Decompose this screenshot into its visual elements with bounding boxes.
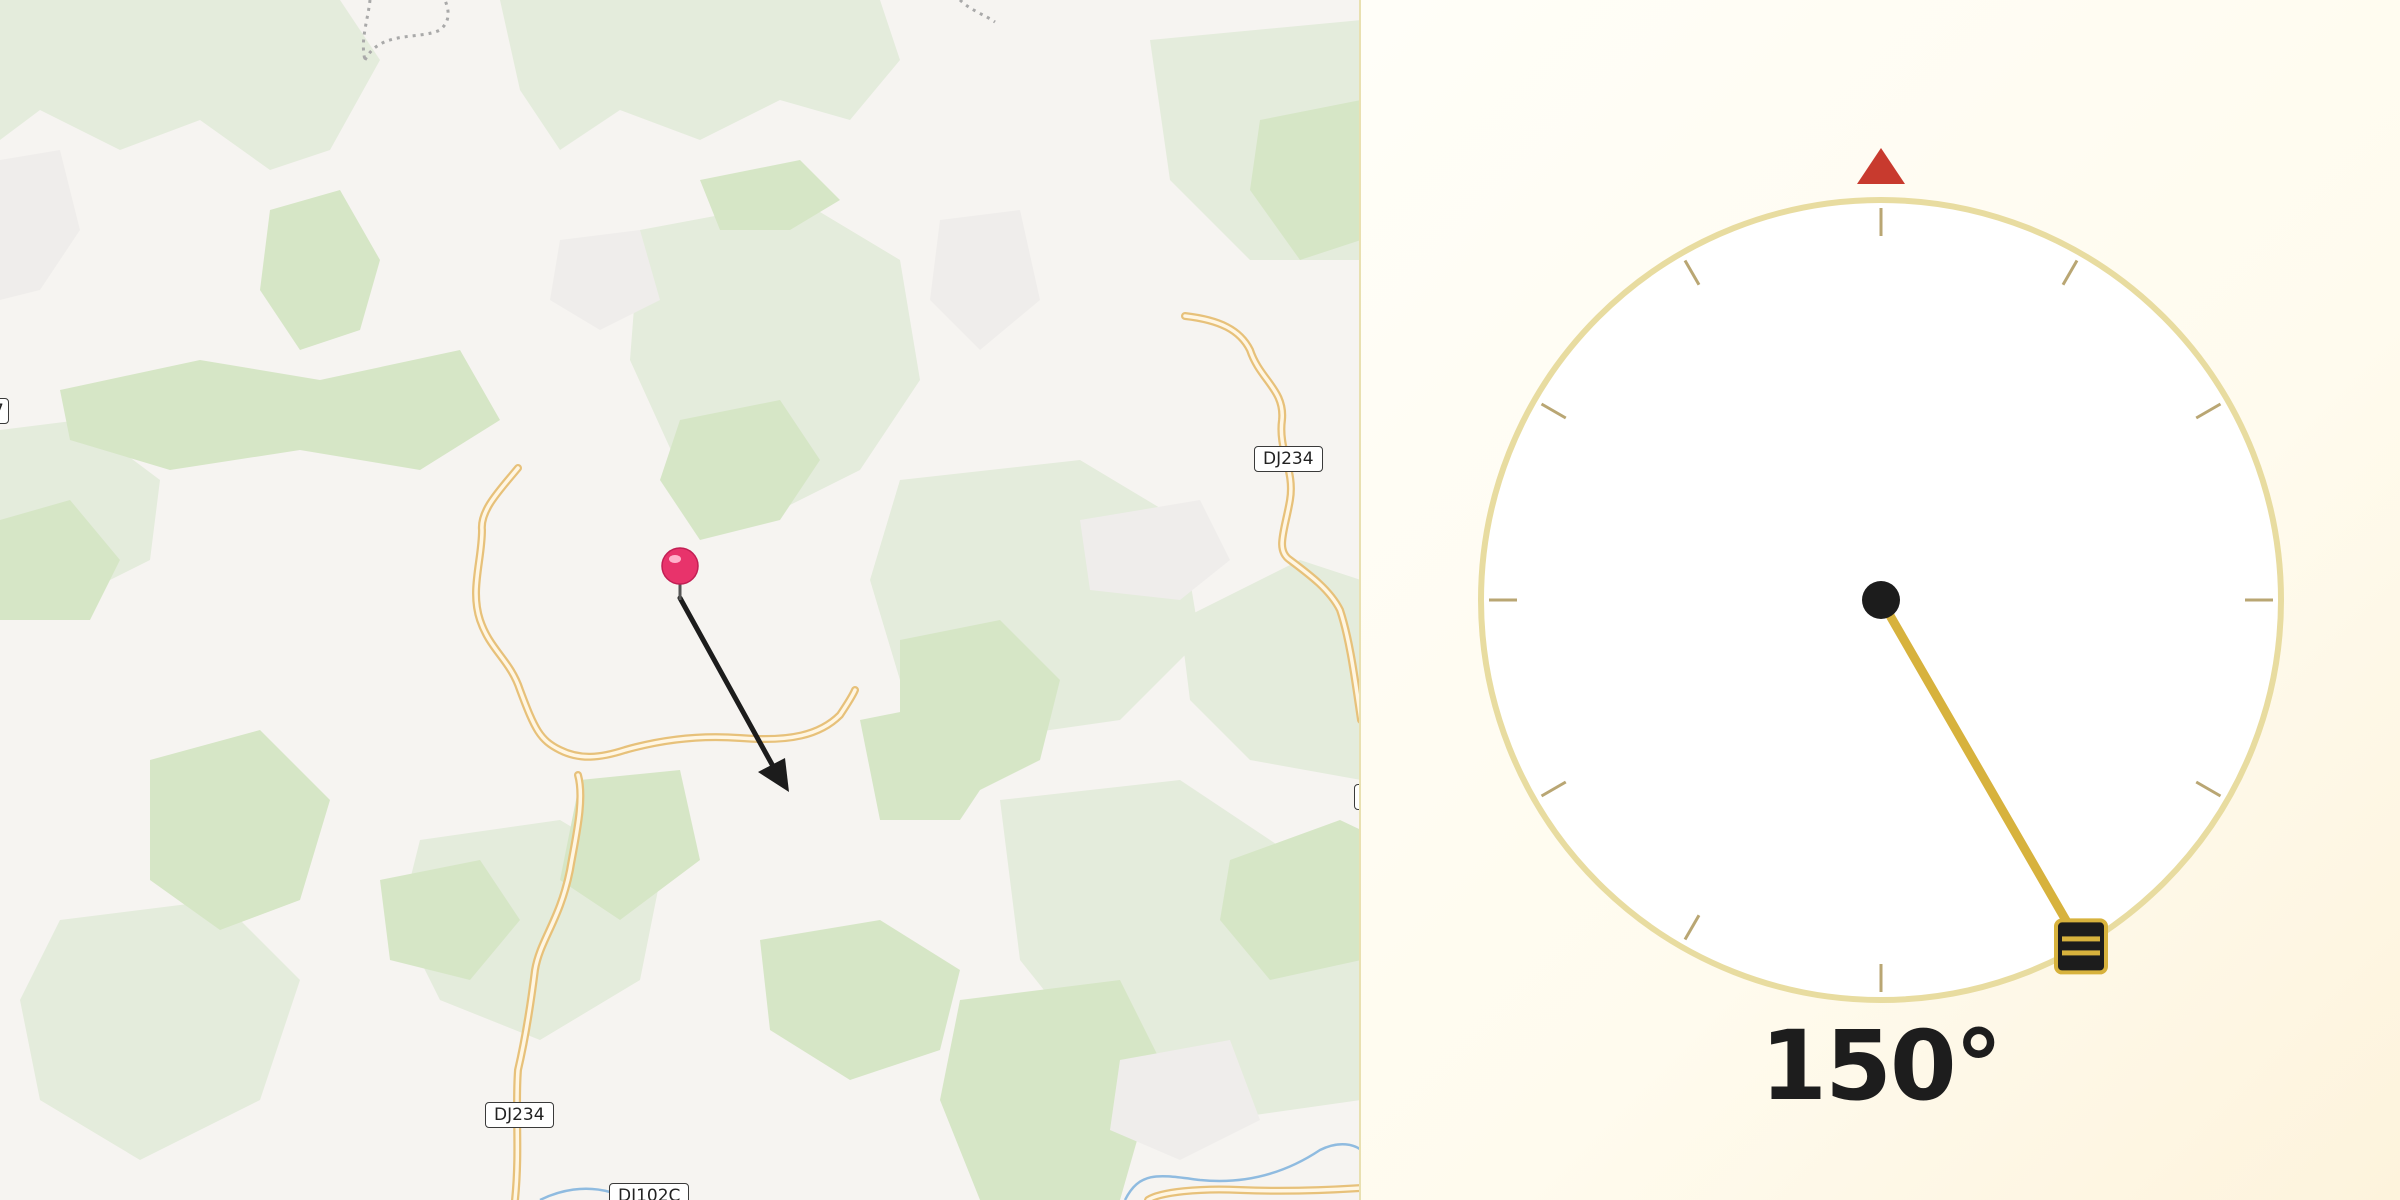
road-label-dj234-south: DJ234 (485, 1102, 554, 1128)
map-pin-icon[interactable] (661, 547, 699, 600)
dial-hub (1862, 581, 1900, 619)
road-label-right-edge (1354, 784, 1359, 810)
road-label-dj234-north: DJ234 (1254, 446, 1323, 472)
bearing-readout: 150° (1760, 1010, 2002, 1122)
road-label-dj102c: DJ102C (609, 1183, 690, 1200)
needle-drag-handle[interactable] (2054, 918, 2108, 975)
bearing-arrow-icon (677, 595, 789, 792)
stream-line (539, 1187, 611, 1200)
map-canvas (0, 0, 1359, 1200)
road-label-left-edge: 7 (0, 398, 9, 424)
boundary-line (361, 0, 450, 61)
map-view[interactable]: DJ234 DJ234 DJ102C 7 (0, 0, 1361, 1200)
north-triangle-icon (1857, 148, 1905, 184)
boundary-line-2 (958, 0, 996, 24)
bearing-dial-panel: 150° (1361, 0, 2400, 1200)
